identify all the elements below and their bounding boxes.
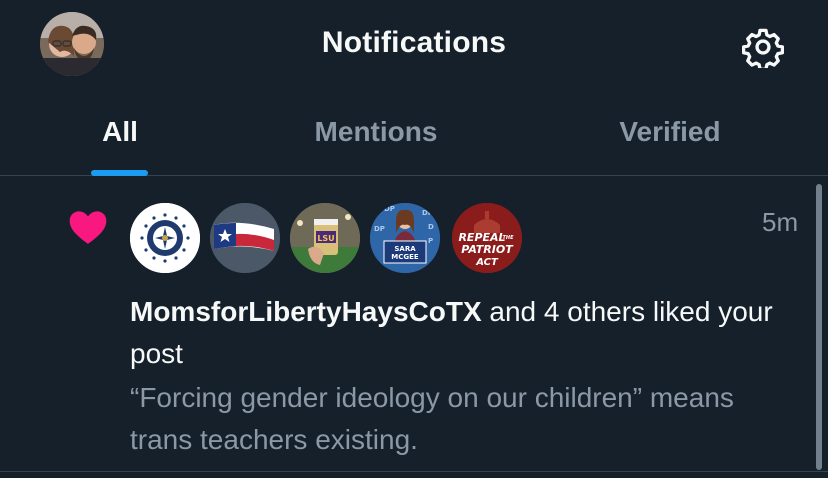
svg-text:P: P	[428, 237, 433, 245]
the-text: THE	[502, 235, 514, 241]
repeal-patriot-act-avatar: REPEAL THE PATRIOT ACT	[452, 203, 522, 273]
patriot-text: PATRIOT	[461, 243, 514, 256]
act-text: ACT	[475, 257, 499, 268]
tab-all[interactable]: All	[60, 88, 180, 176]
lsu-cup-print: LSU	[317, 234, 334, 243]
notification-tabs: All Mentions Verified	[0, 88, 828, 176]
notification-time: 5m	[762, 207, 799, 237]
lsu-cup-avatar: LSU	[290, 203, 360, 273]
active-tab-indicator	[91, 170, 148, 176]
sign-text-mcgee: MCGEE	[391, 253, 419, 261]
texas-flag-avatar	[210, 203, 280, 273]
gear-icon	[742, 28, 784, 68]
header: Notifications	[0, 0, 828, 88]
svg-text:D: D	[372, 209, 378, 217]
heart-icon	[69, 211, 107, 244]
sara-mcgee-avatar: D DP DP D DP P SARA MCGEE	[370, 203, 440, 273]
moms-for-liberty-logo	[130, 203, 200, 273]
svg-text:DP: DP	[374, 225, 385, 233]
tab-verified[interactable]: Verified	[570, 88, 770, 176]
post-preview[interactable]: “Forcing gender ideology on our children…	[130, 377, 770, 461]
notification-user[interactable]: MomsforLibertyHaysCoTX	[130, 296, 482, 327]
svg-text:D: D	[428, 223, 434, 231]
avatar-moms-for-liberty[interactable]	[128, 201, 202, 275]
settings-button[interactable]	[740, 24, 786, 70]
page-title: Notifications	[321, 26, 507, 59]
avatar-repeal-patriot-act[interactable]: REPEAL THE PATRIOT ACT	[450, 201, 524, 275]
sign-text-sara: SARA	[394, 245, 416, 253]
tab-mentions[interactable]: Mentions	[266, 88, 486, 176]
avatar-sara-mcgee[interactable]: D DP DP D DP P SARA MCGEE	[368, 201, 442, 275]
svg-text:DP: DP	[422, 209, 433, 217]
avatar-lsu-cup[interactable]: LSU	[288, 201, 362, 275]
avatar-texas-flag[interactable]	[208, 201, 282, 275]
svg-text:DP: DP	[384, 205, 395, 213]
notifications-screen: Notifications All Mentions Verified LSU …	[0, 0, 828, 478]
notification-item[interactable]: LSU D DP DP D DP P SARA MCGEE REPEAL THE…	[0, 177, 828, 472]
scrollbar[interactable]	[816, 184, 822, 470]
notification-text: MomsforLibertyHaysCoTX and 4 others like…	[130, 291, 800, 375]
